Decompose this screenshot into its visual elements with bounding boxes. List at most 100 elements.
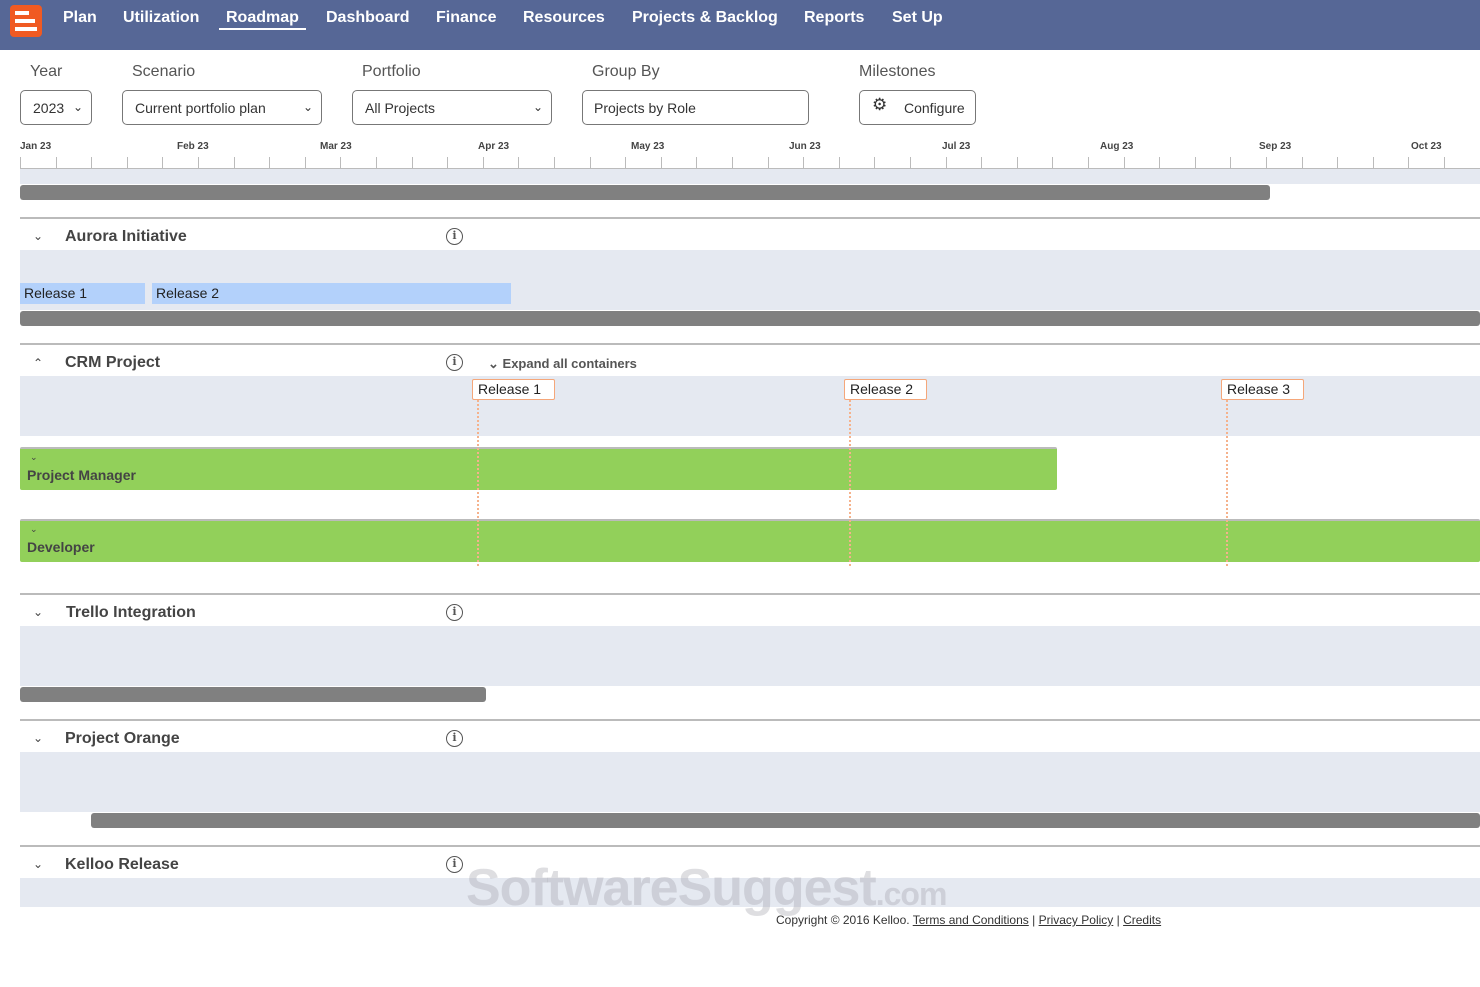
year-select[interactable]: 2023 ⌄ <box>20 90 92 125</box>
milestone-marker[interactable]: Release 1 <box>472 379 555 400</box>
section-title[interactable]: Project Orange <box>65 730 180 748</box>
portfolio-bar[interactable] <box>20 185 1270 200</box>
role-label: Project Manager <box>27 467 136 483</box>
configure-button[interactable]: ⚙ Configure <box>859 90 976 125</box>
timeline-tick <box>1444 157 1445 168</box>
chevron-down-icon[interactable]: ⌄ <box>33 857 43 871</box>
timeline-band <box>20 169 1480 184</box>
month-label: Oct 23 <box>1411 141 1442 152</box>
groupby-label: Group By <box>592 63 660 80</box>
timeline-tick <box>376 157 377 168</box>
nav-resources[interactable]: Resources <box>523 9 605 29</box>
configure-label: Configure <box>904 100 965 116</box>
chevron-down-icon: ⌄ <box>72 100 83 114</box>
month-label: Jun 23 <box>789 141 821 152</box>
chevron-down-icon[interactable]: ⌄ <box>30 524 38 535</box>
section-title[interactable]: Aurora Initiative <box>65 228 187 246</box>
timeline-tick <box>625 157 627 168</box>
info-icon[interactable]: i <box>446 856 463 873</box>
chevron-up-icon[interactable]: ⌃ <box>33 356 43 370</box>
nav-projects-backlog[interactable]: Projects & Backlog <box>632 9 778 29</box>
chevron-down-icon: ⌄ <box>302 100 313 114</box>
timeline-tick <box>1372 157 1374 168</box>
watermark: SoftwareSuggest.com <box>466 859 947 917</box>
project-bar[interactable] <box>20 687 486 702</box>
role-bar-project-manager[interactable]: ⌄ Project Manager <box>20 447 1057 490</box>
month-label: Aug 23 <box>1100 141 1134 152</box>
timeline-tick <box>126 157 128 168</box>
nav-reports[interactable]: Reports <box>804 9 864 29</box>
month-label: Mar 23 <box>320 141 352 152</box>
portfolio-value: All Projects <box>365 100 436 116</box>
nav-setup[interactable]: Set Up <box>892 9 943 29</box>
chevron-down-icon[interactable]: ⌄ <box>33 605 43 619</box>
timeline-tick <box>910 157 911 168</box>
role-bar-developer[interactable]: ⌄ Developer <box>20 519 1480 562</box>
milestones-label: Milestones <box>859 63 936 80</box>
milestone-marker[interactable]: Release 2 <box>844 379 927 400</box>
privacy-link[interactable]: Privacy Policy <box>1039 913 1114 927</box>
nav-utilization[interactable]: Utilization <box>123 9 199 29</box>
info-icon[interactable]: i <box>446 228 463 245</box>
month-label: Feb 23 <box>177 141 209 152</box>
section-title[interactable]: Trello Integration <box>66 604 196 622</box>
timeline-tick <box>518 157 520 168</box>
top-nav: Plan Utilization Roadmap Dashboard Finan… <box>0 0 1480 50</box>
scenario-select[interactable]: Current portfolio plan ⌄ <box>122 90 322 125</box>
timeline-tick <box>732 157 733 168</box>
chevron-down-icon[interactable]: ⌄ <box>30 452 38 463</box>
chevron-down-icon[interactable]: ⌄ <box>33 731 43 745</box>
timeline-tick <box>20 157 21 168</box>
info-icon[interactable]: i <box>446 354 463 371</box>
month-label: Sep 23 <box>1259 141 1292 152</box>
info-icon[interactable]: i <box>446 730 463 747</box>
chevron-down-icon: ⌄ <box>488 356 499 371</box>
section-title[interactable]: CRM Project <box>65 354 160 372</box>
separator: | <box>1116 913 1120 927</box>
info-icon[interactable]: i <box>446 604 463 621</box>
nav-finance[interactable]: Finance <box>436 9 496 29</box>
nav-dashboard[interactable]: Dashboard <box>326 9 410 29</box>
nav-plan[interactable]: Plan <box>63 9 97 29</box>
chevron-down-icon[interactable]: ⌄ <box>33 229 43 243</box>
timeline-tick <box>767 157 769 168</box>
portfolio-select[interactable]: All Projects ⌄ <box>352 90 552 125</box>
portfolio-label: Portfolio <box>362 63 421 80</box>
groupby-select[interactable]: Projects by Role <box>582 90 809 125</box>
timeline-tick <box>411 157 413 168</box>
terms-link[interactable]: Terms and Conditions <box>913 913 1029 927</box>
expand-all-button[interactable]: ⌄ Expand all containers <box>488 356 637 372</box>
timeline-tick <box>660 157 662 168</box>
gear-icon: ⚙ <box>872 95 888 114</box>
timeline-tick <box>696 157 698 168</box>
release-bar[interactable]: Release 1 <box>20 283 145 304</box>
divider <box>20 593 1480 595</box>
kelloo-logo[interactable] <box>10 5 42 37</box>
project-bar[interactable] <box>91 813 1480 828</box>
credits-link[interactable]: Credits <box>1123 913 1161 927</box>
divider <box>20 845 1480 847</box>
timeline-tick <box>162 157 164 168</box>
milestone-marker[interactable]: Release 3 <box>1221 379 1304 400</box>
timeline-tick <box>1016 157 1018 168</box>
month-label: May 23 <box>631 141 665 152</box>
nav-roadmap[interactable]: Roadmap <box>219 9 306 30</box>
section-title[interactable]: Kelloo Release <box>65 856 179 874</box>
timeline-tick <box>1301 157 1303 168</box>
project-bar[interactable] <box>20 311 1480 326</box>
year-label: Year <box>30 63 63 80</box>
separator: | <box>1032 913 1036 927</box>
timeline-tick <box>340 157 342 168</box>
chevron-down-icon: ⌄ <box>532 100 543 114</box>
copyright: Copyright © 2016 Kelloo. <box>776 913 910 927</box>
section-band <box>20 626 1480 686</box>
role-label: Developer <box>27 539 95 555</box>
divider <box>20 719 1480 721</box>
timeline-tick <box>1230 157 1232 168</box>
timeline-tick <box>198 157 199 168</box>
release-bar[interactable]: Release 2 <box>152 283 511 304</box>
timeline-tick <box>1266 157 1267 168</box>
divider <box>20 217 1480 219</box>
timeline-tick <box>554 157 555 168</box>
timeline-tick <box>1194 157 1196 168</box>
